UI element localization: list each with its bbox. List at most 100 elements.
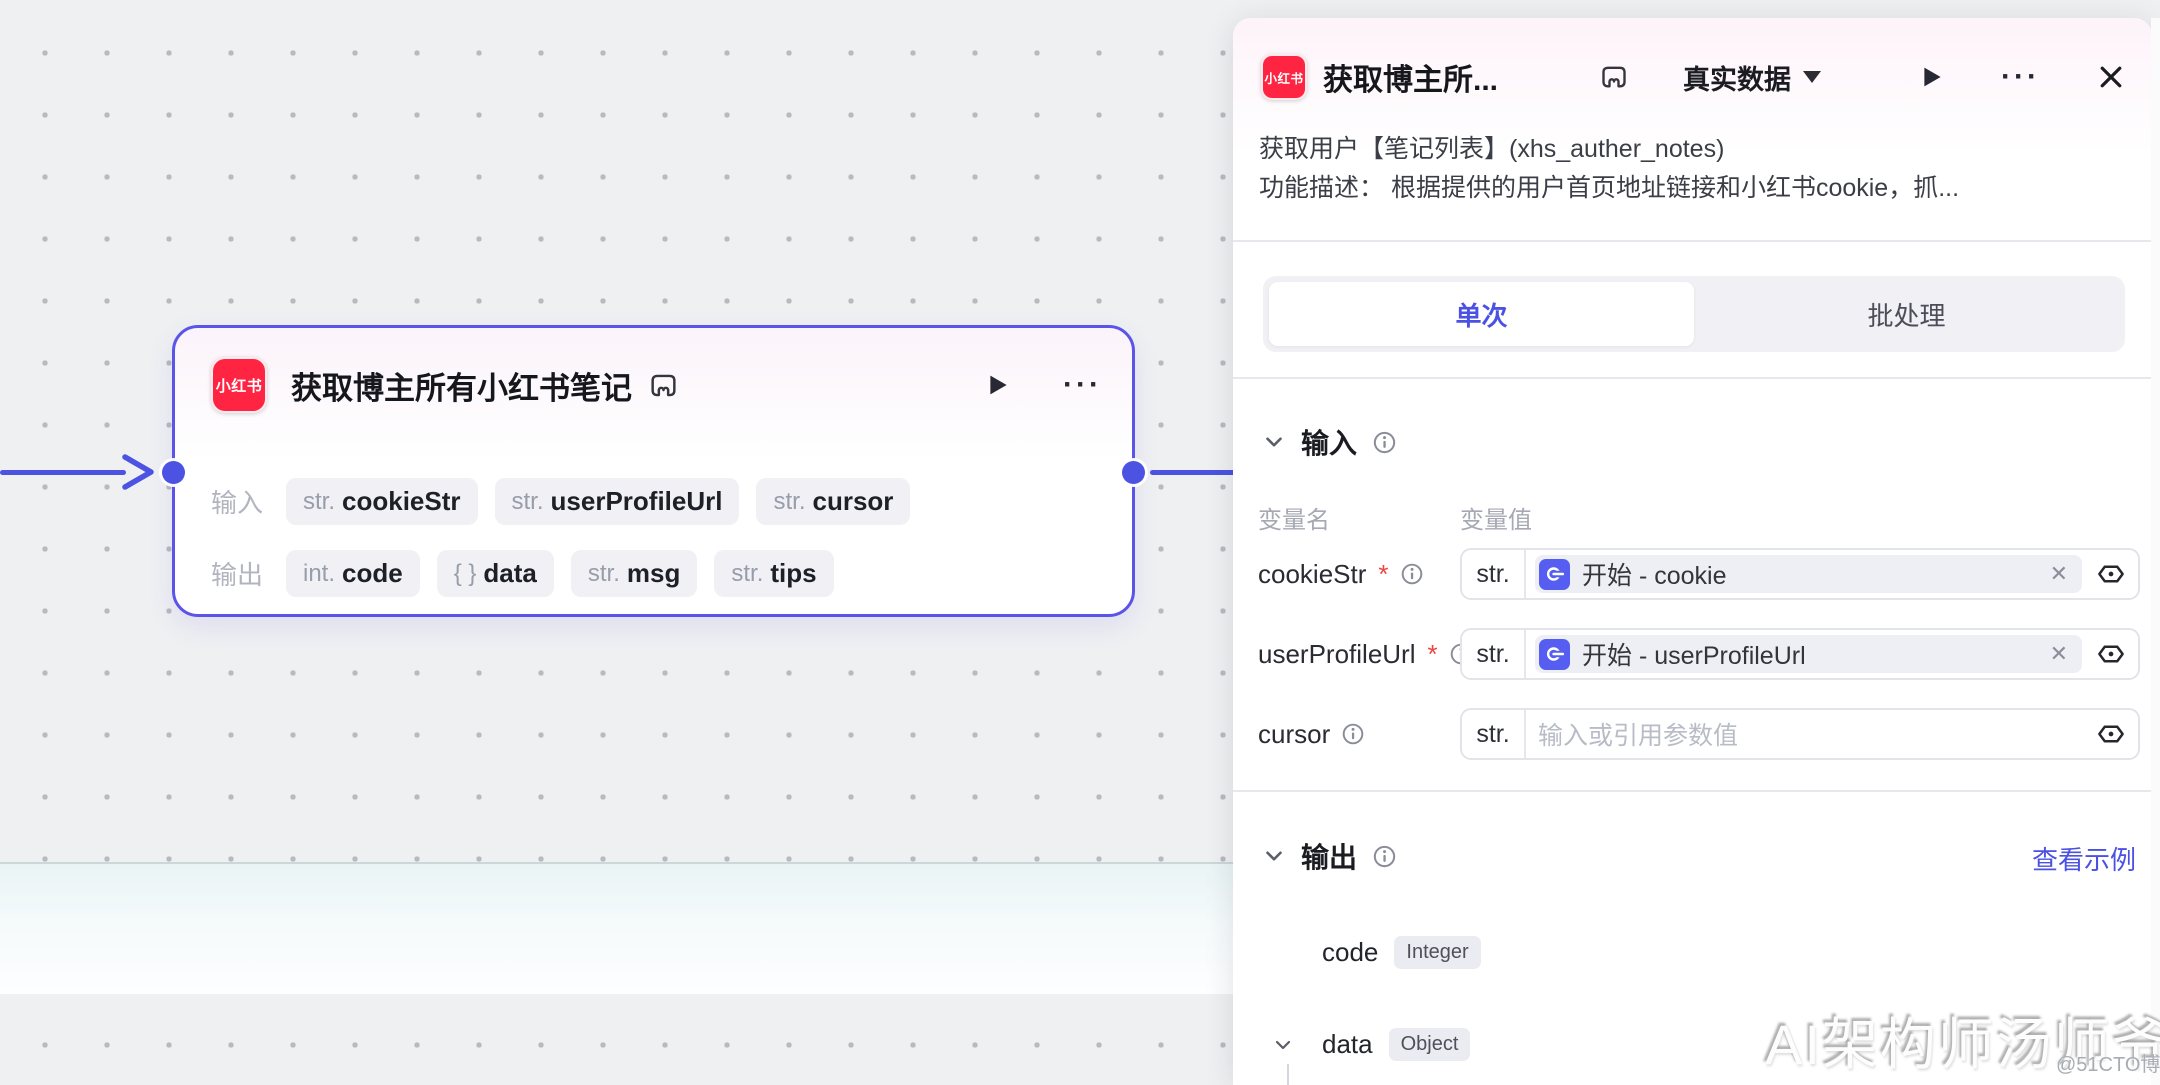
output-row-code: code Integer bbox=[1322, 936, 1481, 969]
node-title: 获取博主所有小红书笔记 bbox=[291, 363, 632, 408]
value-field-cursor[interactable]: str. 输入或引用参数值 bbox=[1460, 708, 2140, 760]
xiaohongshu-logo-icon: 小红书 bbox=[1261, 54, 1307, 100]
column-variable-name: 变量名 bbox=[1258, 500, 1330, 535]
reference-value: 开始 - userProfileUrl bbox=[1582, 636, 2034, 672]
output-pill: int. code bbox=[286, 550, 420, 597]
watermark-small-text: @51CTO博客 bbox=[2056, 1048, 2160, 1077]
variable-reference-icon bbox=[1539, 559, 1570, 590]
close-icon[interactable] bbox=[2096, 62, 2126, 92]
column-variable-value: 变量值 bbox=[1460, 500, 1532, 535]
pill-name: cookieStr bbox=[342, 486, 461, 517]
node-outputs-label: 输出 bbox=[211, 555, 269, 592]
remove-reference-icon[interactable]: ✕ bbox=[2046, 641, 2072, 667]
run-mode-tabs: 单次 批处理 bbox=[1263, 276, 2125, 352]
panel-run-button[interactable] bbox=[1915, 62, 1945, 92]
pill-type: str. bbox=[512, 488, 544, 516]
required-asterisk: * bbox=[1378, 559, 1388, 590]
value-field-userProfileUrl[interactable]: str. 开始 - userProfileUrl ✕ bbox=[1460, 628, 2140, 680]
pill-name: data bbox=[483, 558, 536, 589]
xiaohongshu-logo-icon: 小红书 bbox=[211, 357, 267, 413]
divider bbox=[1524, 630, 1526, 678]
reference-chip[interactable]: 开始 - cookie ✕ bbox=[1535, 555, 2082, 593]
info-icon[interactable] bbox=[1371, 429, 1398, 456]
panel-description-line1: 获取用户【笔记列表】(xhs_auther_notes) bbox=[1259, 130, 2119, 169]
node-inputs-label: 输入 bbox=[211, 483, 269, 520]
pill-type: int. bbox=[303, 560, 335, 588]
pill-type: str. bbox=[303, 488, 335, 516]
canvas-gradient-band bbox=[0, 862, 1233, 994]
pill-name: msg bbox=[627, 558, 680, 589]
output-pill: { } data bbox=[437, 550, 554, 597]
info-icon[interactable] bbox=[1340, 721, 1366, 747]
chevron-down-icon[interactable] bbox=[1271, 1033, 1295, 1057]
field-type-prefix: str. bbox=[1462, 720, 1524, 749]
output-section-title: 输出 bbox=[1301, 836, 1357, 876]
type-badge: Integer bbox=[1394, 936, 1480, 969]
tree-guide-line bbox=[1287, 1064, 1289, 1085]
node-outputs-row: 输出 int. code { } data str. msg str. tips bbox=[211, 550, 834, 597]
pill-type: { } bbox=[454, 560, 477, 588]
node-input-port[interactable] bbox=[162, 461, 185, 484]
output-name: code bbox=[1322, 937, 1378, 968]
tab-single[interactable]: 单次 bbox=[1269, 282, 1694, 346]
panel-more-button[interactable]: ··· bbox=[2001, 67, 2040, 87]
data-mode-label: 真实数据 bbox=[1683, 58, 1791, 97]
variable-reference-icon bbox=[1539, 639, 1570, 670]
pill-type: str. bbox=[588, 560, 620, 588]
divider bbox=[1233, 240, 2152, 242]
pill-name: code bbox=[342, 558, 403, 589]
panel-description-line2: 功能描述： 根据提供的用户首页地址链接和小红书cookie，抓... bbox=[1259, 169, 2119, 208]
info-icon[interactable] bbox=[1399, 561, 1425, 587]
remove-reference-icon[interactable]: ✕ bbox=[2046, 561, 2072, 587]
divider bbox=[1233, 377, 2152, 379]
tab-batch[interactable]: 批处理 bbox=[1694, 282, 2119, 346]
param-label-cursor: cursor bbox=[1258, 708, 1366, 760]
node-output-port[interactable] bbox=[1122, 461, 1145, 484]
param-name: cookieStr bbox=[1258, 559, 1366, 590]
param-label-userProfileUrl: userProfileUrl* bbox=[1258, 628, 1474, 680]
output-pill: str. msg bbox=[571, 550, 697, 597]
panel-scrollbar[interactable] bbox=[2151, 18, 2160, 1085]
field-type-prefix: str. bbox=[1462, 560, 1524, 589]
output-name: data bbox=[1322, 1029, 1373, 1060]
chevron-down-icon[interactable] bbox=[1261, 843, 1287, 869]
divider bbox=[1233, 790, 2152, 792]
edge-arrow-icon bbox=[120, 453, 158, 491]
incoming-edge bbox=[0, 470, 126, 475]
input-pill: str. cookieStr bbox=[286, 478, 478, 525]
select-node-icon[interactable] bbox=[2096, 719, 2126, 749]
view-example-link[interactable]: 查看示例 bbox=[2032, 840, 2136, 877]
store-icon bbox=[1599, 62, 1629, 92]
panel-title: 获取博主所... bbox=[1323, 55, 1599, 99]
pill-type: str. bbox=[731, 560, 763, 588]
param-name: userProfileUrl bbox=[1258, 639, 1416, 670]
output-row-data: data Object bbox=[1271, 1028, 1470, 1061]
output-pill: str. tips bbox=[714, 550, 833, 597]
type-badge: Object bbox=[1389, 1028, 1471, 1061]
outgoing-edge bbox=[1150, 470, 1236, 475]
param-label-cookieStr: cookieStr * bbox=[1258, 548, 1425, 600]
node-config-panel: 小红书 获取博主所... 真实数据 ··· 获取用户【笔记列表】(xhs_aut… bbox=[1233, 18, 2152, 1085]
input-pill: str. cursor bbox=[756, 478, 910, 525]
pill-type: str. bbox=[773, 488, 805, 516]
value-field-cookieStr[interactable]: str. 开始 - cookie ✕ bbox=[1460, 548, 2140, 600]
store-icon bbox=[648, 370, 679, 401]
pill-name: tips bbox=[770, 558, 816, 589]
select-node-icon[interactable] bbox=[2096, 559, 2126, 589]
node-card-xhs-notes[interactable]: 小红书 获取博主所有小红书笔记 ··· 输入 str. cookieStr st… bbox=[172, 325, 1135, 617]
divider bbox=[1524, 550, 1526, 598]
input-section-title: 输入 bbox=[1301, 422, 1357, 462]
reference-value: 开始 - cookie bbox=[1582, 556, 2034, 592]
reference-chip[interactable]: 开始 - userProfileUrl ✕ bbox=[1535, 635, 2082, 673]
chevron-down-icon[interactable] bbox=[1261, 429, 1287, 455]
data-mode-dropdown[interactable]: 真实数据 bbox=[1683, 58, 1821, 97]
node-run-button[interactable] bbox=[981, 370, 1011, 400]
chevron-down-icon bbox=[1803, 71, 1821, 83]
param-name: cursor bbox=[1258, 719, 1330, 750]
info-icon[interactable] bbox=[1371, 843, 1398, 870]
pill-name: userProfileUrl bbox=[551, 486, 723, 517]
select-node-icon[interactable] bbox=[2096, 639, 2126, 669]
field-type-prefix: str. bbox=[1462, 640, 1524, 669]
input-pill: str. userProfileUrl bbox=[495, 478, 740, 525]
node-more-button[interactable]: ··· bbox=[1063, 375, 1102, 395]
